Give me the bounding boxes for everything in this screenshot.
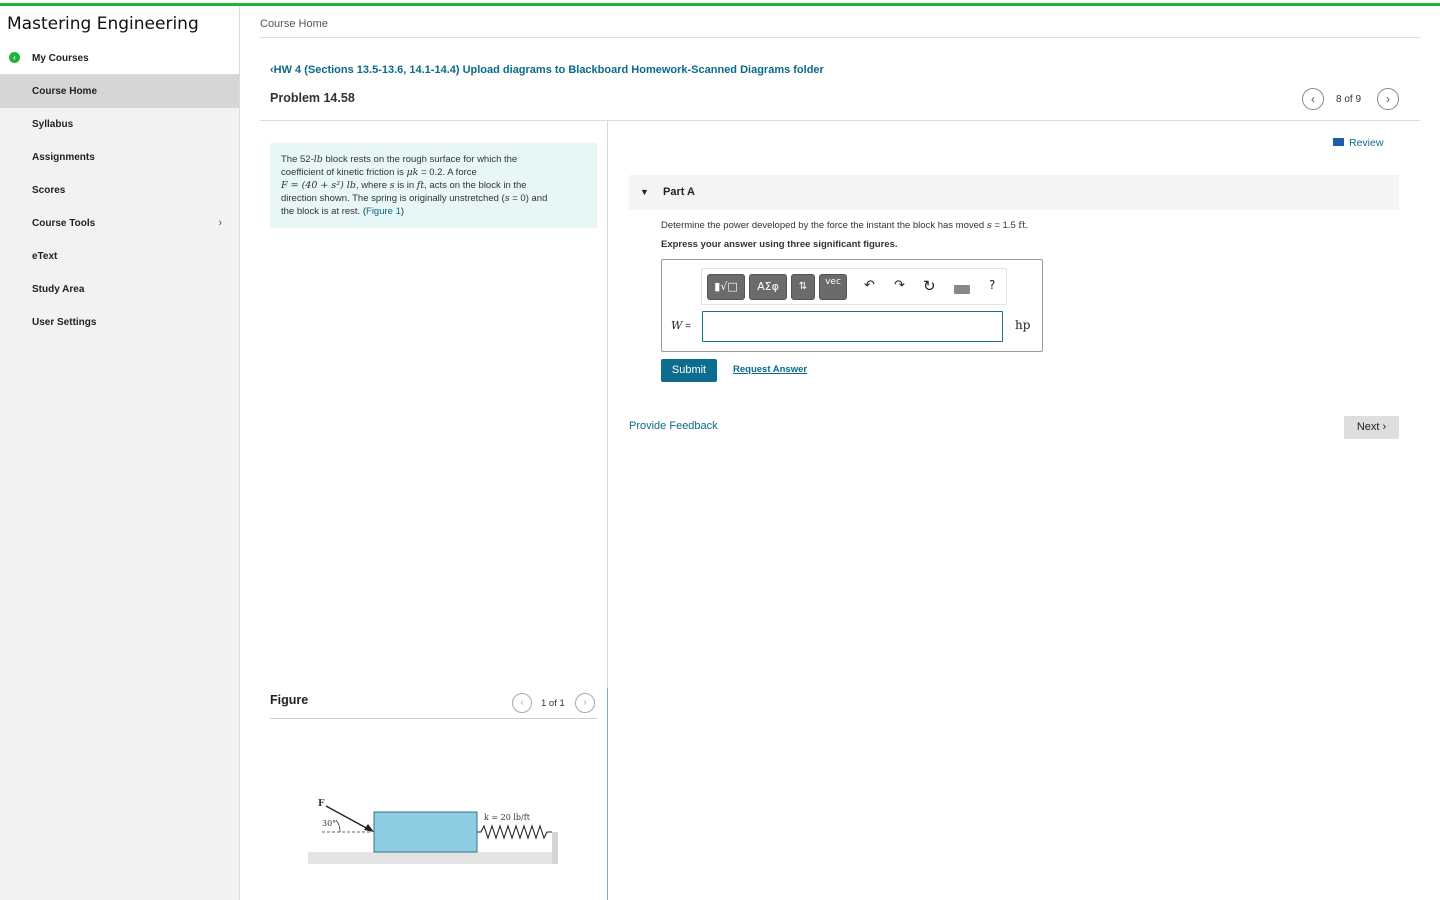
variable-label: W = bbox=[671, 319, 691, 332]
block bbox=[373, 811, 478, 853]
unit-label: hp bbox=[1015, 318, 1031, 332]
sidebar-item-label: Course Home bbox=[32, 86, 98, 97]
figure-link[interactable]: Figure 1 bbox=[366, 206, 401, 217]
statement-text: direction shown. The spring is originall… bbox=[281, 193, 505, 204]
sidebar-item-label: Course Tools bbox=[32, 218, 96, 229]
force-label: F bbox=[318, 799, 325, 809]
problem-pager: ‹ 8 of 9 › bbox=[1302, 88, 1402, 110]
reset-icon[interactable]: ↻ bbox=[923, 277, 936, 295]
statement-text: the block is at rest. ( bbox=[281, 206, 367, 217]
statement-math: μk bbox=[406, 167, 419, 178]
redo-icon[interactable]: ↷ bbox=[894, 278, 905, 293]
help-icon[interactable]: ? bbox=[989, 278, 995, 292]
review-link[interactable]: Review bbox=[1333, 137, 1383, 149]
sidebar-item-label: Syllabus bbox=[32, 119, 74, 130]
sidebar-item-user-settings[interactable]: User Settings bbox=[0, 306, 239, 339]
review-label: Review bbox=[1349, 137, 1384, 149]
statement-text: ) bbox=[400, 206, 405, 217]
problem-count: 8 of 9 bbox=[1336, 94, 1362, 105]
statement-text: = 0.2. A force bbox=[418, 167, 477, 178]
problem-title: Problem 14.58 bbox=[270, 91, 355, 105]
figure-count: 1 of 1 bbox=[541, 698, 565, 709]
divider bbox=[270, 718, 597, 719]
variable-name: W bbox=[671, 319, 683, 332]
equals-sign: = bbox=[682, 321, 691, 332]
statement-text: The 52- bbox=[281, 154, 314, 165]
breadcrumb[interactable]: Course Home bbox=[260, 18, 328, 30]
keyboard-icon[interactable] bbox=[954, 285, 970, 294]
question-math: ft bbox=[1018, 220, 1026, 231]
sidebar-item-course-home[interactable]: Course Home bbox=[0, 75, 239, 108]
next-button[interactable]: Next › bbox=[1344, 416, 1399, 439]
column-splitter[interactable] bbox=[607, 688, 608, 900]
arrows-button[interactable]: ⇅ bbox=[791, 274, 815, 300]
problem-statement: The 52-lb block rests on the rough surfa… bbox=[270, 143, 597, 228]
statement-text: , acts on the block in the bbox=[424, 180, 527, 191]
figure-pager: ‹ 1 of 1 › bbox=[512, 693, 598, 713]
sidebar-item-syllabus[interactable]: Syllabus bbox=[0, 108, 239, 141]
statement-math: F = (40 + s²) lb bbox=[281, 180, 356, 191]
part-label: Part A bbox=[663, 186, 695, 198]
question-part: Determine the power developed by the for… bbox=[661, 220, 987, 231]
statement-text: , where bbox=[355, 180, 390, 191]
back-circle-icon: ‹ bbox=[9, 52, 20, 63]
question-text: Determine the power developed by the for… bbox=[661, 220, 1028, 231]
assignment-link[interactable]: ‹HW 4 (Sections 13.5-13.6, 14.1-14.4) Up… bbox=[270, 64, 824, 76]
previous-problem-button[interactable]: ‹ bbox=[1302, 88, 1324, 110]
figure-title: Figure bbox=[270, 693, 309, 707]
math-toolbar: ▮√□ ΑΣφ ⇅ vec ↶ ↷ ↻ ? bbox=[701, 268, 1007, 305]
next-figure-button[interactable]: › bbox=[575, 693, 595, 713]
angle-label: 30° bbox=[322, 819, 336, 828]
spring-label: k = 20 lb/ft bbox=[484, 813, 531, 822]
request-answer-link[interactable]: Request Answer bbox=[733, 364, 807, 375]
next-problem-button[interactable]: › bbox=[1377, 88, 1399, 110]
question-part: . bbox=[1025, 220, 1029, 231]
brand-title: Mastering Engineering bbox=[0, 6, 239, 42]
chevron-right-icon: › bbox=[218, 217, 222, 229]
ground-surface bbox=[308, 852, 556, 864]
instruction-text: Express your answer using three signific… bbox=[661, 239, 898, 250]
collapse-triangle-icon: ▼ bbox=[640, 187, 649, 197]
submit-button[interactable]: Submit bbox=[661, 359, 717, 382]
divider bbox=[260, 37, 1420, 38]
wall bbox=[552, 832, 558, 864]
arrowhead bbox=[364, 824, 374, 832]
sidebar-item-label: Study Area bbox=[32, 284, 85, 295]
previous-figure-button[interactable]: ‹ bbox=[512, 693, 532, 713]
sidebar-item-label: My Courses bbox=[32, 53, 89, 64]
provide-feedback-link[interactable]: Provide Feedback bbox=[629, 420, 718, 432]
sidebar-item-etext[interactable]: eText bbox=[0, 240, 239, 273]
statement-text: block rests on the rough surface for whi… bbox=[322, 154, 518, 165]
divider bbox=[260, 120, 1420, 121]
block-spring-figure: F 30° k = 20 lb/ft bbox=[308, 799, 558, 864]
sidebar-item-course-tools[interactable]: Course Tools › bbox=[0, 207, 239, 240]
sidebar-item-label: Scores bbox=[32, 185, 66, 196]
sidebar-item-study-area[interactable]: Study Area bbox=[0, 273, 239, 306]
spring bbox=[477, 824, 552, 840]
book-icon bbox=[1333, 138, 1344, 147]
vector-button[interactable]: vec bbox=[819, 274, 847, 300]
statement-math: lb bbox=[313, 154, 323, 165]
sidebar: Mastering Engineering ‹ My Courses Cours… bbox=[0, 6, 240, 900]
sidebar-item-label: User Settings bbox=[32, 317, 97, 328]
undo-icon[interactable]: ↶ bbox=[864, 278, 875, 293]
statement-text: coefficient of kinetic friction is bbox=[281, 167, 407, 178]
part-a-header[interactable]: ▼ Part A bbox=[629, 175, 1399, 210]
templates-button[interactable]: ▮√□ bbox=[707, 274, 745, 300]
answer-input[interactable] bbox=[702, 311, 1003, 342]
answer-box: ▮√□ ΑΣφ ⇅ vec ↶ ↷ ↻ ? W = hp bbox=[661, 259, 1043, 352]
question-part: = 1.5 bbox=[991, 220, 1019, 231]
sidebar-item-my-courses[interactable]: ‹ My Courses bbox=[0, 42, 239, 75]
symbols-button[interactable]: ΑΣφ bbox=[749, 274, 787, 300]
sidebar-item-label: eText bbox=[32, 251, 58, 262]
sidebar-item-assignments[interactable]: Assignments bbox=[0, 141, 239, 174]
sidebar-item-scores[interactable]: Scores bbox=[0, 174, 239, 207]
angle-arc bbox=[335, 819, 341, 833]
sidebar-item-label: Assignments bbox=[32, 152, 95, 163]
sidebar-nav: ‹ My Courses Course Home Syllabus Assign… bbox=[0, 42, 239, 339]
statement-text: is in bbox=[394, 180, 417, 191]
statement-text: = 0) and bbox=[509, 193, 548, 204]
